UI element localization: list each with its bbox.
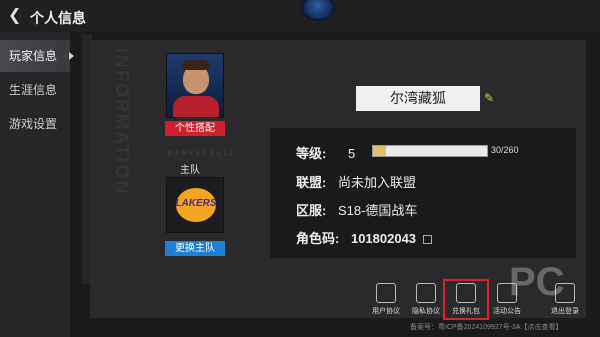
home-team-label: 主队 bbox=[180, 165, 200, 176]
icp-footnote[interactable]: 备案号：粤ICP备2024109927号-3A【点击查看】 bbox=[410, 322, 563, 332]
sidebar-item-player-info[interactable]: 玩家信息 bbox=[0, 40, 74, 72]
level-row: 等级: 5 bbox=[296, 143, 355, 162]
pc-watermark-logo: PC bbox=[509, 260, 565, 304]
copy-icon[interactable] bbox=[422, 235, 432, 245]
privacy-icon bbox=[416, 283, 436, 303]
basketball-text: BASKETBALL bbox=[168, 151, 237, 157]
team-logo-name: LAKERS bbox=[175, 198, 217, 209]
server-label: 区服: bbox=[296, 203, 327, 218]
avatar-jersey bbox=[173, 96, 219, 117]
privacy-agreement-button[interactable]: 隐私协议 bbox=[407, 283, 445, 316]
role-label: 角色码: bbox=[296, 231, 340, 246]
user-agreement-label: 用户协议 bbox=[372, 308, 400, 315]
role-value: 101802043 bbox=[350, 231, 417, 246]
information-watermark: INFORMATION bbox=[112, 48, 132, 196]
league-value: 尚未加入联盟 bbox=[337, 175, 416, 190]
customize-button[interactable]: 个性搭配 bbox=[165, 121, 225, 136]
level-label: 等级: bbox=[296, 146, 327, 161]
avatar-hair bbox=[182, 60, 210, 70]
league-label: 联盟: bbox=[296, 175, 327, 190]
server-value: S18-德国战车 bbox=[337, 203, 418, 218]
team-logo: LAKERS bbox=[166, 177, 224, 233]
top-bar bbox=[0, 0, 600, 32]
user-agreement-button[interactable]: 用户协议 bbox=[367, 283, 405, 316]
level-value: 5 bbox=[347, 146, 356, 161]
exp-text: 30/260 bbox=[491, 145, 519, 155]
announcement-label: 活动公告 bbox=[493, 308, 521, 315]
league-row: 联盟: 尚未加入联盟 bbox=[296, 172, 416, 191]
sidebar: 玩家信息 生涯信息 游戏设置 bbox=[0, 32, 74, 337]
edit-pencil-icon[interactable]: ✎ bbox=[484, 91, 494, 105]
exp-progress-fill bbox=[373, 146, 387, 156]
role-row: 角色码: 101802043 bbox=[296, 228, 432, 247]
player-name: 尔湾藏狐 bbox=[356, 86, 480, 111]
privacy-agreement-label: 隐私协议 bbox=[412, 308, 440, 315]
chevron-left-icon[interactable]: ❮ bbox=[8, 7, 26, 25]
logout-label: 退出登录 bbox=[551, 308, 579, 315]
redeem-highlight-box bbox=[443, 279, 489, 320]
player-avatar[interactable] bbox=[166, 53, 224, 118]
sidebar-item-career-info[interactable]: 生涯信息 bbox=[0, 74, 70, 106]
exp-progress-bar bbox=[372, 145, 488, 157]
page-title: 个人信息 bbox=[30, 10, 86, 26]
server-row: 区服: S18-德国战车 bbox=[296, 200, 417, 219]
sidebar-item-game-settings[interactable]: 游戏设置 bbox=[0, 108, 70, 140]
document-icon bbox=[376, 283, 396, 303]
change-team-button[interactable]: 更换主队 bbox=[165, 241, 225, 256]
